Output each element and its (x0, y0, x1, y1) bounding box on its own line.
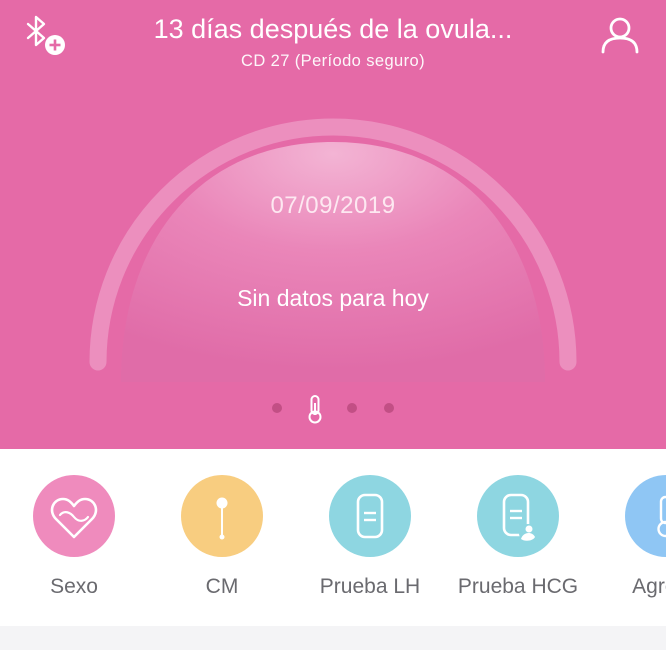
footer-divider (0, 626, 666, 650)
cycle-gauge (89, 118, 577, 382)
pager-dot-thermometer[interactable] (304, 394, 326, 424)
pager-dot-1[interactable] (272, 403, 282, 413)
hero-panel: 13 días después de la ovula... CD 27 (Pe… (0, 0, 666, 449)
heart-icon (50, 497, 98, 539)
cervical-mucus-icon (216, 497, 228, 540)
pager-dot-4[interactable] (384, 403, 394, 413)
action-sexo-label: Sexo (50, 575, 98, 598)
action-lh-circle (329, 475, 411, 557)
action-hcg-circle (477, 475, 559, 557)
action-lh-label: Prueba LH (319, 575, 421, 598)
action-hcg-label: Prueba HCG (457, 575, 579, 598)
gauge-message: Sin datos para hoy (237, 285, 429, 311)
action-add-circle (625, 475, 666, 557)
gauge-date: 07/09/2019 (270, 192, 396, 219)
action-cm-circle (181, 475, 263, 557)
action-add-label: Agrega (632, 575, 666, 598)
thermometer-icon (657, 495, 666, 538)
action-cm-label: CM (205, 575, 239, 598)
thermometer-icon (308, 395, 322, 424)
quick-actions-bar: Sexo CM Prueba LH Prueba HCG Agr (0, 449, 666, 626)
lh-test-icon (356, 493, 384, 539)
pager-dot-3[interactable] (347, 403, 357, 413)
hcg-test-icon (502, 493, 537, 542)
action-sexo-circle (33, 475, 115, 557)
